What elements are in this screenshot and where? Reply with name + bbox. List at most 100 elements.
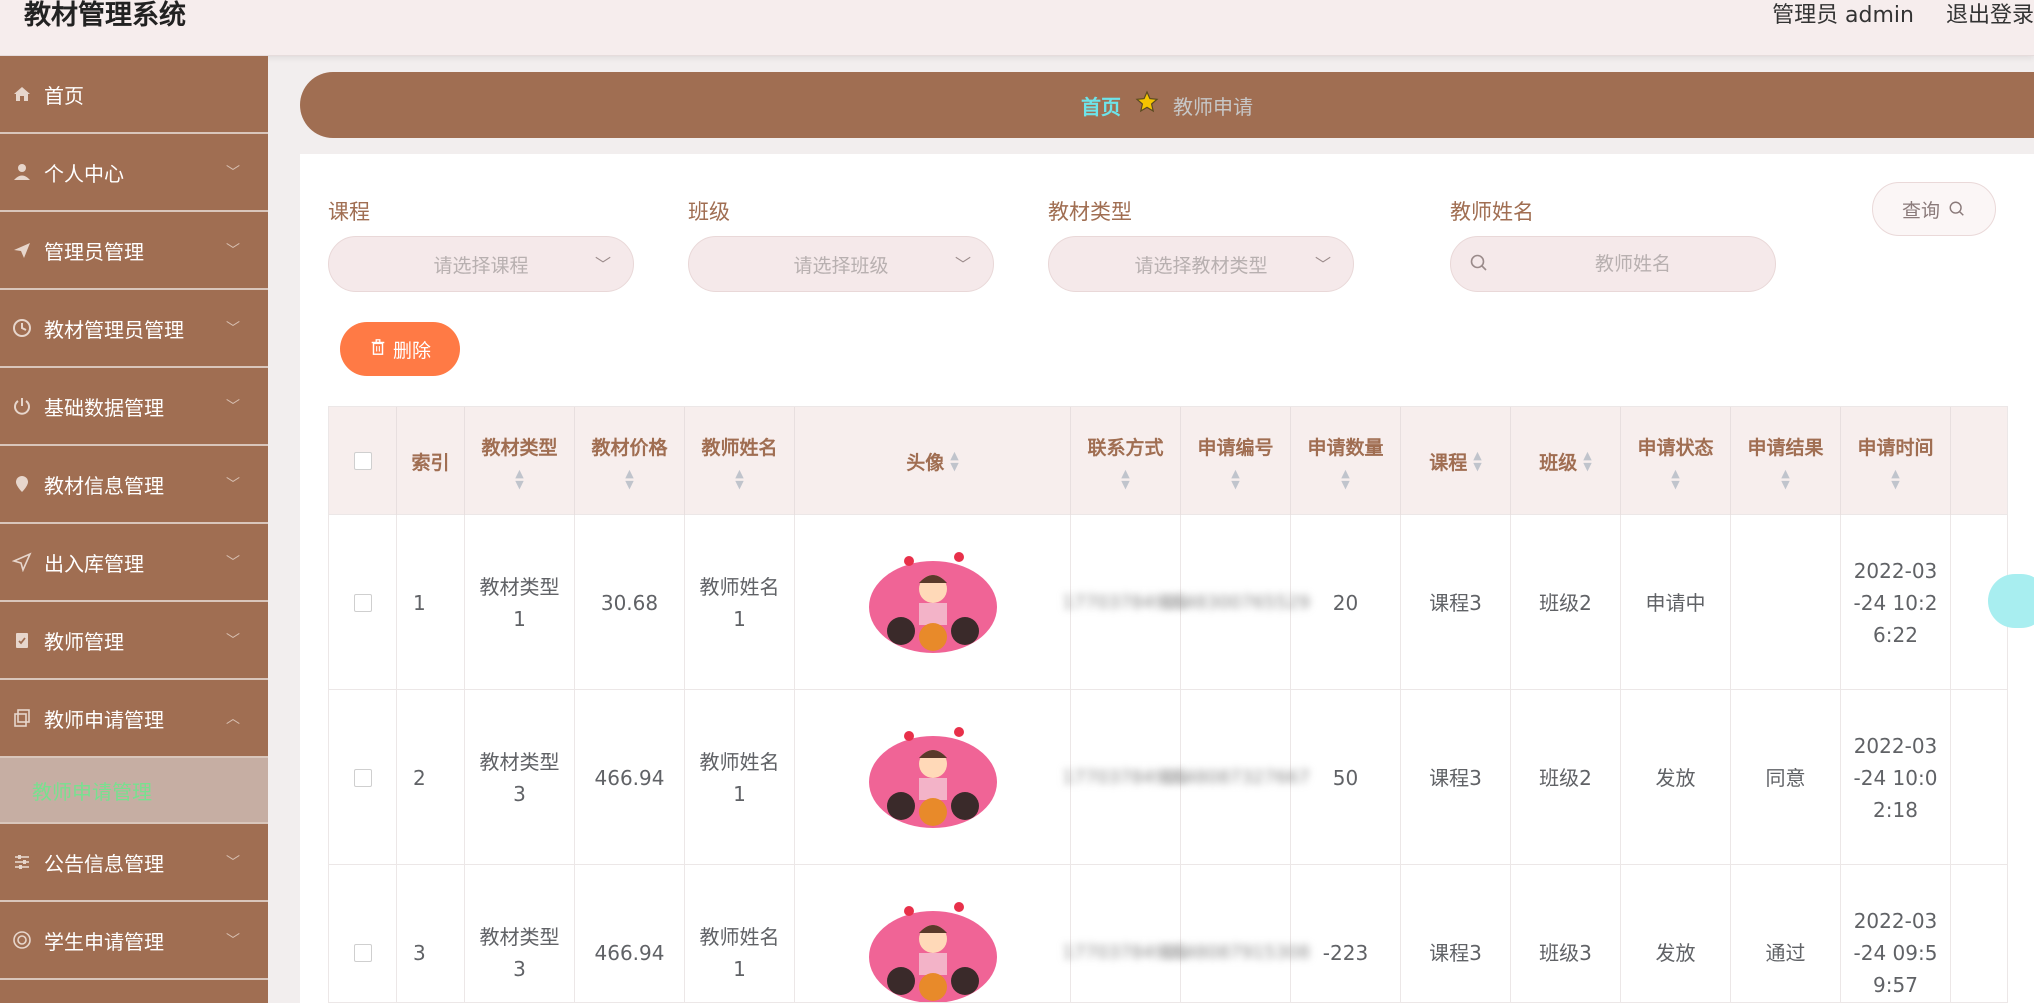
column-header-label: 联系方式 [1087, 436, 1164, 459]
sort-icon[interactable]: ▲ ▼ [735, 468, 743, 490]
sort-icon[interactable]: ▲ ▼ [1121, 468, 1129, 490]
sidebar-item-label: 教材管理员管理 [44, 317, 184, 342]
cell-price: 466.94 [575, 865, 685, 1002]
paper-plane-icon [10, 238, 34, 262]
sidebar-item-profile[interactable]: 个人中心 ﹀ [0, 134, 268, 212]
column-header-quantity[interactable]: 申请数量 ▲ ▼ [1291, 407, 1401, 515]
sort-icon[interactable]: ▲ ▼ [1231, 468, 1239, 490]
teacher-name-field[interactable] [1450, 236, 1776, 292]
column-header-time[interactable]: 申请时间 ▲ ▼ [1841, 407, 1951, 515]
chevron-down-icon: ﹀ [226, 165, 240, 181]
sort-icon[interactable]: ▲ ▼ [515, 468, 523, 490]
sort-icon[interactable]: ▲ ▼ [1781, 468, 1789, 490]
cell-status: 发放 [1621, 865, 1731, 1002]
column-header-label: 教师姓名 [701, 436, 778, 459]
sidebar-item-base-data[interactable]: 基础数据管理 ﹀ [0, 368, 268, 446]
delete-button-label: 删除 [392, 339, 431, 362]
user-icon [10, 160, 34, 184]
course-select-placeholder: 请选择课程 [433, 254, 529, 277]
cell-result: 通过 [1731, 865, 1841, 1002]
column-header-index: 索引 [397, 407, 465, 515]
table-header: 索引 教材类型 ▲ ▼ 教材价格 ▲ ▼ 教师姓名 ▲ ▼ 头像 ▲ ▼ 联系方式 ▲ ▼… [329, 407, 2007, 515]
column-header-price[interactable]: 教材价格 ▲ ▼ [575, 407, 685, 515]
sidebar-item-admin[interactable]: 管理员管理 ﹀ [0, 212, 268, 290]
sort-icon[interactable]: ▲ ▼ [1671, 468, 1679, 490]
teacher-name-input[interactable] [1501, 237, 1765, 291]
column-header-contact[interactable]: 联系方式 ▲ ▼ [1071, 407, 1181, 515]
breadcrumb-home[interactable]: 首页 [1081, 91, 1121, 120]
column-header-status[interactable]: 申请状态 ▲ ▼ [1621, 407, 1731, 515]
avatar-image[interactable] [863, 893, 1003, 1003]
avatar-image[interactable] [863, 718, 1003, 838]
search-icon [1469, 253, 1489, 273]
cell-quantity: 50 [1291, 690, 1401, 865]
sort-icon[interactable]: ▲ ▼ [1341, 468, 1349, 490]
sidebar-item-teacher-apply[interactable]: 教师申请管理 ︿ [0, 680, 268, 758]
class-select[interactable]: 请选择班级 ﹀ [688, 236, 994, 292]
column-header-number[interactable]: 申请编号 ▲ ▼ [1181, 407, 1291, 515]
filter-course-label: 课程 [328, 200, 370, 224]
breadcrumb-current: 教师申请 [1173, 94, 1253, 119]
column-header-teacher[interactable]: 教师姓名 ▲ ▼ [685, 407, 795, 515]
query-button[interactable]: 查询 [1872, 182, 1996, 236]
class-select-placeholder: 请选择班级 [793, 254, 889, 277]
row-select-cell [329, 515, 397, 690]
number-value: 1648300765529 [1161, 591, 1310, 613]
chevron-up-icon: ︿ [226, 711, 240, 727]
chevron-down-icon: ﹀ [226, 399, 240, 415]
cell-number: 1648087327667 [1161, 690, 1310, 865]
column-header-avatar[interactable]: 头像 ▲ ▼ [795, 407, 1071, 515]
row-action-button[interactable] [1988, 574, 2034, 628]
sidebar-item-stock[interactable]: 出入库管理 ﹀ [0, 524, 268, 602]
cell-number: 1648300765529 [1161, 515, 1310, 690]
cell-avatar [795, 690, 1071, 865]
column-header-class[interactable]: 班级 ▲ ▼ [1511, 407, 1621, 515]
column-header-type[interactable]: 教材类型 ▲ ▼ [465, 407, 575, 515]
delete-button[interactable]: 删除 [340, 322, 460, 376]
sidebar-item-label: 个人中心 [44, 161, 124, 186]
row-checkbox[interactable] [353, 943, 372, 962]
sort-icon[interactable]: ▲ ▼ [1473, 450, 1481, 472]
power-icon [10, 394, 34, 418]
column-header-label: 班级 [1539, 451, 1578, 474]
avatar-image[interactable] [863, 543, 1003, 663]
logout-link[interactable]: 退出登录 [1946, 0, 2034, 32]
sidebar-item-teacher[interactable]: 教师管理 ﹀ [0, 602, 268, 680]
sidebar-item-textbook-info[interactable]: 教材信息管理 ﹀ [0, 446, 268, 524]
clipboard-icon [10, 628, 34, 652]
current-user: 管理员 admin [1772, 3, 1914, 28]
sort-icon[interactable]: ▲ ▼ [625, 468, 633, 490]
cell-avatar [795, 865, 1071, 1003]
row-checkbox[interactable] [353, 768, 372, 787]
cell-class: 班级3 [1511, 865, 1621, 1002]
sidebar-subitem-teacher-apply[interactable]: 教师申请管理 [0, 758, 268, 824]
sidebar-item-textbook-admin[interactable]: 教材管理员管理 ﹀ [0, 290, 268, 368]
cell-index: 3 [397, 865, 465, 1002]
sidebar-item-home[interactable]: 首页 [0, 56, 268, 134]
target-icon [10, 928, 34, 952]
column-header-label: 头像 [906, 451, 945, 474]
sort-icon[interactable]: ▲ ▼ [950, 450, 958, 472]
cell-course: 课程3 [1401, 865, 1511, 1002]
select-all-checkbox[interactable] [353, 452, 372, 470]
course-select[interactable]: 请选择课程 ﹀ [328, 236, 634, 292]
sort-icon[interactable]: ▲ ▼ [1583, 450, 1591, 472]
cell-type: 教材类型1 [465, 515, 575, 690]
cell-teacher: 教师姓名1 [685, 515, 795, 690]
chevron-down-icon: ﹀ [226, 855, 240, 871]
sidebar-item-student-apply[interactable]: 学生申请管理 ﹀ [0, 902, 268, 980]
cell-course: 课程3 [1401, 690, 1511, 865]
number-value: 1648087915308 [1161, 941, 1310, 963]
column-header-actions [1951, 407, 2007, 515]
app-title: 教材管理系统 [24, 0, 186, 31]
column-header-result[interactable]: 申请结果 ▲ ▼ [1731, 407, 1841, 515]
sort-icon[interactable]: ▲ ▼ [1891, 468, 1899, 490]
chevron-down-icon: ﹀ [226, 243, 240, 259]
row-checkbox[interactable] [353, 593, 372, 612]
cell-time: 2022-03-24 10:26:22 [1841, 515, 1951, 690]
cell-price: 30.68 [575, 515, 685, 690]
sidebar-item-notice[interactable]: 公告信息管理 ﹀ [0, 824, 268, 902]
cell-contact: 17703784901 [1063, 865, 1189, 1002]
textbook-type-select[interactable]: 请选择教材类型 ﹀ [1048, 236, 1354, 292]
column-header-course[interactable]: 课程 ▲ ▼ [1401, 407, 1511, 515]
